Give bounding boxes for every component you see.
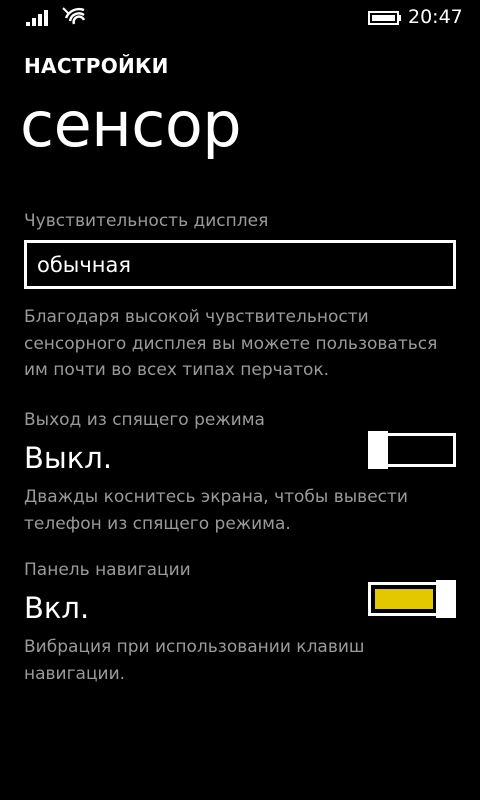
navbar-toggle-thumb[interactable] xyxy=(436,580,456,618)
navbar-description: Вибрация при использовании клавиш навига… xyxy=(24,637,365,684)
wifi-icon xyxy=(62,7,86,25)
status-bar: 20:47 xyxy=(0,0,480,32)
sensitivity-description: Благодаря высокой чувствительности сенсо… xyxy=(24,307,438,380)
navbar-toggle-fill xyxy=(375,589,433,609)
wake-description: Дважды коснитесь экрана, чтобы вывести т… xyxy=(24,487,408,534)
wake-label: Выход из спящего режима xyxy=(24,410,265,430)
page-title: сенсор xyxy=(20,88,242,161)
navbar-label: Панель навигации xyxy=(24,560,191,580)
wake-toggle-track xyxy=(378,433,456,467)
app-title: НАСТРОЙКИ xyxy=(24,54,169,78)
sensitivity-picker[interactable]: обычная xyxy=(24,240,456,289)
wake-toggle-thumb[interactable] xyxy=(368,431,388,469)
navbar-toggle[interactable] xyxy=(368,580,456,618)
sensitivity-label: Чувствительность дисплея xyxy=(24,211,269,231)
sensitivity-picker-value: обычная xyxy=(37,253,132,277)
navbar-state: Вкл. xyxy=(24,591,90,625)
clock: 20:47 xyxy=(408,6,463,28)
wake-state: Выкл. xyxy=(24,441,113,475)
signal-icon xyxy=(26,10,48,26)
battery-icon xyxy=(368,11,401,25)
wake-toggle[interactable] xyxy=(368,431,456,469)
navbar-toggle-track xyxy=(368,582,446,616)
